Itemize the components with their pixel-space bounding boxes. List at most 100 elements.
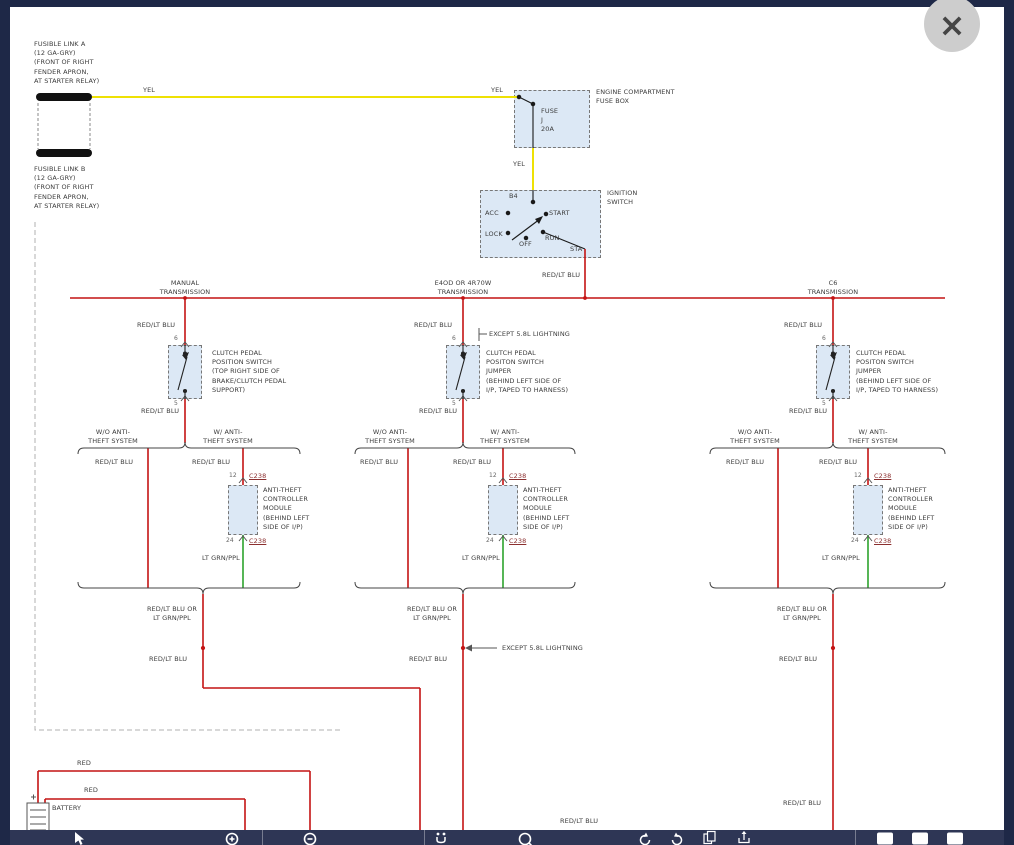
clutch-switch-note-2: CLUTCH PEDAL POSITON SWITCH JUMPER (BEHI… bbox=[486, 349, 568, 395]
toolbar-button-3[interactable] bbox=[947, 833, 963, 845]
wiring-svg bbox=[0, 0, 1014, 845]
wire-label-redltblu: RED/LT BLU bbox=[414, 321, 452, 330]
connector-c238-link[interactable]: C238 bbox=[874, 537, 891, 546]
wire-label-redltblu: RED/LT BLU bbox=[141, 407, 179, 416]
anti-theft-module-note-1: ANTI-THEFT CONTROLLER MODULE (BEHIND LEF… bbox=[263, 486, 309, 532]
diagram-viewer: { "chrome": { "close_icon": "×" }, "tool… bbox=[0, 0, 1014, 845]
wire-label-redltblu: RED/LT BLU bbox=[360, 458, 398, 467]
red-wires bbox=[38, 249, 945, 831]
connector-c238-link[interactable]: C238 bbox=[509, 472, 526, 481]
clutch-switch-box-1 bbox=[168, 345, 202, 399]
window-border-right bbox=[1004, 0, 1014, 845]
clutch-switch-note-1: CLUTCH PEDAL POSITION SWITCH (TOP RIGHT … bbox=[212, 349, 286, 395]
wire-label-redltblu: RED/LT BLU bbox=[779, 655, 817, 664]
pin-24-label: 24 bbox=[226, 537, 234, 546]
wire-label-redltblu-feed: RED/LT BLU bbox=[542, 271, 580, 280]
yellow-wires bbox=[92, 97, 533, 190]
wo-anti-theft-label: W/O ANTI- THEFT SYSTEM bbox=[725, 428, 785, 446]
except-lightning-note-top: EXCEPT 5.8L LIGHTNING bbox=[489, 330, 570, 339]
close-icon: × bbox=[939, 9, 966, 41]
connector-c238-link[interactable]: C238 bbox=[249, 472, 266, 481]
except-lightning-note-low: EXCEPT 5.8L LIGHTNING bbox=[502, 644, 583, 653]
ignition-switch-label: IGNITION SWITCH bbox=[607, 189, 637, 207]
pin-5-label: 5 bbox=[174, 400, 178, 409]
pin-5-label: 5 bbox=[822, 400, 826, 409]
rotate-right-icon[interactable] bbox=[672, 833, 681, 845]
toolbar-divider bbox=[855, 830, 856, 845]
clutch-switch-note-3: CLUTCH PEDAL POSITON SWITCH JUMPER (BEHI… bbox=[856, 349, 938, 395]
pin-6-label: 6 bbox=[452, 335, 456, 344]
page-boundary-dashed bbox=[35, 222, 340, 730]
toolbar-button-2[interactable] bbox=[912, 833, 928, 845]
search-icon[interactable] bbox=[520, 834, 534, 845]
wo-anti-theft-label: W/O ANTI- THEFT SYSTEM bbox=[360, 428, 420, 446]
wire-label-ltgrnppl: LT GRN/PPL bbox=[202, 554, 240, 563]
label-layer: FUSIBLE LINK A (12 GA-GRY) (FRONT OF RIG… bbox=[0, 0, 1014, 845]
connector-c238-link[interactable]: C238 bbox=[509, 537, 526, 546]
toolbar-icons-svg bbox=[10, 830, 1004, 845]
ignition-switch-box bbox=[480, 190, 601, 258]
wire-label-redltblu: RED/LT BLU bbox=[95, 458, 133, 467]
w-anti-theft-label: W/ ANTI- THEFT SYSTEM bbox=[475, 428, 535, 446]
wire-label-redltblu: RED/LT BLU bbox=[783, 799, 821, 808]
pin-12-label: 12 bbox=[229, 472, 237, 481]
branch-header-2: E4OD OR 4R70W TRANSMISSION bbox=[413, 279, 513, 297]
clutch-switch-box-2 bbox=[446, 345, 480, 399]
rotate-left-icon[interactable] bbox=[641, 833, 650, 845]
pages-icon[interactable] bbox=[704, 832, 715, 844]
clutch-switch-box-3 bbox=[816, 345, 850, 399]
wire-label-redltblu: RED/LT BLU bbox=[784, 321, 822, 330]
anti-theft-module-note-2: ANTI-THEFT CONTROLLER MODULE (BEHIND LEF… bbox=[523, 486, 569, 532]
text-icon[interactable] bbox=[437, 833, 446, 843]
wire-label-redltblu: RED/LT BLU bbox=[560, 817, 598, 826]
anti-theft-module-box-2 bbox=[488, 485, 518, 535]
pin-24-label: 24 bbox=[851, 537, 859, 546]
share-icon[interactable] bbox=[739, 831, 749, 843]
connector-c238-link[interactable]: C238 bbox=[874, 472, 891, 481]
zoom-in-icon[interactable] bbox=[227, 834, 238, 845]
toolbar-divider bbox=[262, 830, 263, 845]
wire-label-redltblu: RED/LT BLU bbox=[819, 458, 857, 467]
clutch-switch-symbols bbox=[178, 345, 837, 399]
wire-label-ltgrnppl: LT GRN/PPL bbox=[822, 554, 860, 563]
pin-6-label: 6 bbox=[174, 335, 178, 344]
wire-label-red-1: RED bbox=[77, 759, 91, 768]
pin-24-label: 24 bbox=[486, 537, 494, 546]
window-border-left bbox=[0, 0, 10, 845]
engine-fuse-box bbox=[514, 90, 590, 148]
close-button[interactable]: × bbox=[924, 0, 980, 52]
anti-theft-module-box-3 bbox=[853, 485, 883, 535]
battery-label: BATTERY bbox=[52, 804, 81, 813]
wire-label-redltblu: RED/LT BLU bbox=[419, 407, 457, 416]
connector-chevrons bbox=[181, 342, 872, 541]
wire-label-redltblu: RED/LT BLU bbox=[789, 407, 827, 416]
cursor-icon[interactable] bbox=[75, 832, 84, 845]
wire-label-redltblu: RED/LT BLU bbox=[137, 321, 175, 330]
battery-symbol bbox=[27, 795, 49, 834]
pin-5-label: 5 bbox=[452, 400, 456, 409]
anti-theft-module-note-3: ANTI-THEFT CONTROLLER MODULE (BEHIND LEF… bbox=[888, 486, 934, 532]
window-border-top bbox=[10, 0, 1004, 7]
pin-6-label: 6 bbox=[822, 335, 826, 344]
pin-12-label: 12 bbox=[854, 472, 862, 481]
wire-label-red-or-grn: RED/LT BLU OR LT GRN/PPL bbox=[146, 605, 198, 623]
branch-header-3: C6 TRANSMISSION bbox=[783, 279, 883, 297]
wire-label-ltgrnppl: LT GRN/PPL bbox=[462, 554, 500, 563]
wire-label-redltblu: RED/LT BLU bbox=[726, 458, 764, 467]
w-anti-theft-label: W/ ANTI- THEFT SYSTEM bbox=[198, 428, 258, 446]
wire-label-redltblu: RED/LT BLU bbox=[192, 458, 230, 467]
wire-label-yel-1: YEL bbox=[143, 86, 155, 95]
wire-label-red-2: RED bbox=[84, 786, 98, 795]
fusible-link-b-label: FUSIBLE LINK B (12 GA-GRY) (FRONT OF RIG… bbox=[34, 165, 99, 211]
wire-label-redltblu: RED/LT BLU bbox=[453, 458, 491, 467]
toolbar-button-1[interactable] bbox=[877, 833, 893, 845]
connector-c238-link[interactable]: C238 bbox=[249, 537, 266, 546]
fusible-link-a-label: FUSIBLE LINK A (12 GA-GRY) (FRONT OF RIG… bbox=[34, 40, 99, 86]
engine-fuse-box-label: ENGINE COMPARTMENT FUSE BOX bbox=[596, 88, 675, 106]
wire-label-red-or-grn: RED/LT BLU OR LT GRN/PPL bbox=[406, 605, 458, 623]
zoom-out-icon[interactable] bbox=[305, 834, 316, 845]
wire-label-yel-2: YEL bbox=[491, 86, 503, 95]
green-wires bbox=[243, 535, 868, 588]
pin-12-label: 12 bbox=[489, 472, 497, 481]
wire-label-red-or-grn: RED/LT BLU OR LT GRN/PPL bbox=[776, 605, 828, 623]
